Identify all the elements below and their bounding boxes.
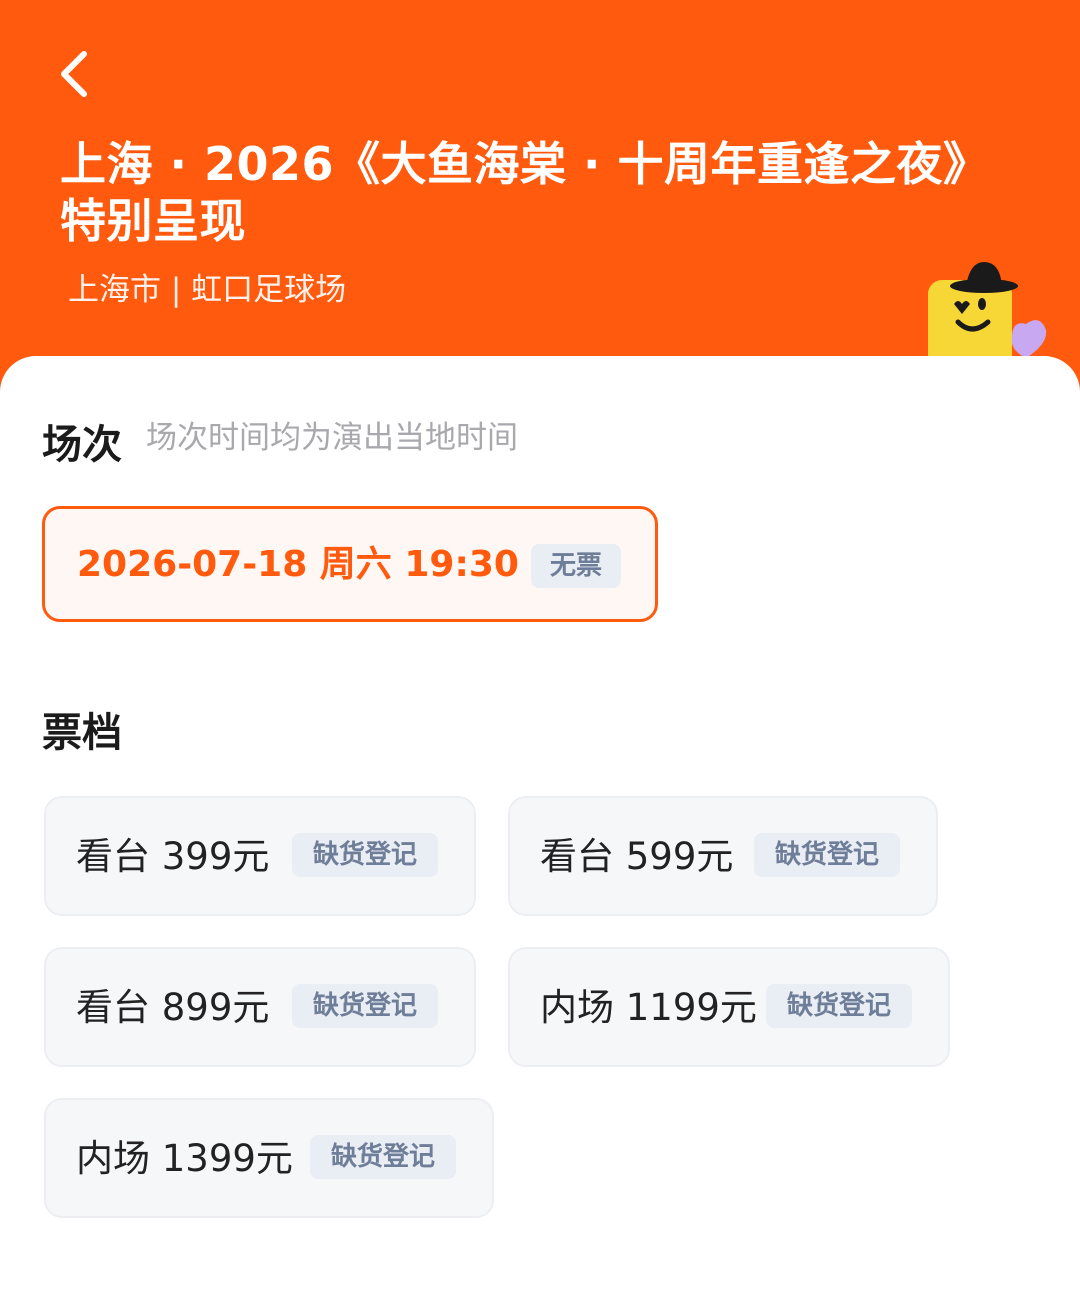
session-option[interactable]: 2026-07-18 周六 19:30 无票 xyxy=(42,506,658,622)
venue-text: 上海市 | 虹口足球场 xyxy=(68,272,347,308)
tier-label: 内场 1399元 xyxy=(76,1137,293,1180)
tier-label: 看台 899元 xyxy=(76,986,270,1029)
session-hint: 场次时间均为演出当地时间 xyxy=(146,420,518,456)
mascot-sticker-icon xyxy=(928,262,1047,368)
chevron-left-icon xyxy=(61,51,87,97)
selection-sheet: 场次 场次时间均为演出当地时间 2026-07-18 周六 19:30 无票 票… xyxy=(0,356,1080,1316)
waitlist-badge: 缺货登记 xyxy=(292,984,438,1028)
waitlist-badge: 缺货登记 xyxy=(292,833,438,877)
tier-section-title: 票档 xyxy=(42,710,122,756)
tier-label: 内场 1199元 xyxy=(540,986,757,1029)
title-line-2: 特别呈现 xyxy=(60,194,246,248)
title-line-1: 上海 · 2026《大鱼海棠 · 十周年重逢之夜》 xyxy=(60,137,990,191)
page-title: 上海 · 2026《大鱼海棠 · 十周年重逢之夜》 特别呈现 xyxy=(60,136,1020,250)
sold-out-badge: 无票 xyxy=(531,544,621,588)
back-button[interactable] xyxy=(56,48,104,100)
ticket-tier-option[interactable]: 看台 899元 缺货登记 xyxy=(44,947,476,1067)
session-section-title: 场次 xyxy=(42,422,122,468)
tier-label: 看台 599元 xyxy=(540,835,734,878)
ticket-tier-option[interactable]: 看台 599元 缺货登记 xyxy=(508,796,938,916)
waitlist-badge: 缺货登记 xyxy=(310,1135,456,1179)
tier-label: 看台 399元 xyxy=(76,835,270,878)
waitlist-badge: 缺货登记 xyxy=(766,984,912,1028)
ticket-tier-option[interactable]: 内场 1399元 缺货登记 xyxy=(44,1098,494,1218)
waitlist-badge: 缺货登记 xyxy=(754,833,900,877)
session-datetime: 2026-07-18 周六 19:30 xyxy=(77,544,519,585)
ticket-tier-option[interactable]: 内场 1199元 缺货登记 xyxy=(508,947,950,1067)
ticket-tier-option[interactable]: 看台 399元 缺货登记 xyxy=(44,796,476,916)
